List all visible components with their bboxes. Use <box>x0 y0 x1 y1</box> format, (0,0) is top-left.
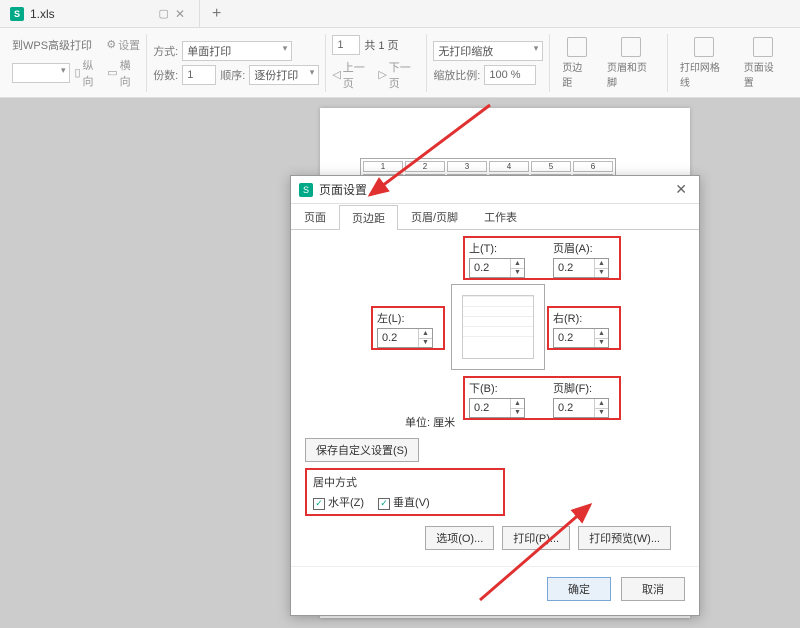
center-mode-label: 居中方式 <box>313 474 497 490</box>
down-icon[interactable]: ▼ <box>511 409 524 418</box>
tab-headerfooter[interactable]: 页眉/页脚 <box>398 204 471 229</box>
scale-mode-select[interactable]: 无打印缩放 <box>433 41 543 61</box>
paper-select[interactable] <box>12 63 70 83</box>
margin-top-label: 上(T): <box>469 240 525 256</box>
tab-sheet[interactable]: 工作表 <box>471 204 530 229</box>
down-icon[interactable]: ▼ <box>595 409 608 418</box>
link-icon: ⚙ <box>106 38 116 51</box>
margins-button[interactable]: 页边距 <box>556 33 597 93</box>
center-vertical-checkbox[interactable]: ✓垂直(V) <box>378 494 430 510</box>
copies-input[interactable]: 1 <box>182 65 216 85</box>
margin-left-label: 左(L): <box>377 310 433 326</box>
page-setup-button[interactable]: 页面设置 <box>738 33 788 93</box>
orientation-portrait[interactable]: ▯ 纵向 <box>74 57 103 89</box>
margin-right-label: 右(R): <box>553 310 609 326</box>
margin-left-field: 左(L): 0.2▲▼ <box>377 310 433 348</box>
wps-print-label: 到WPS高级打印 <box>12 37 92 53</box>
scale-input[interactable]: 100 % <box>484 65 536 85</box>
margin-footer-field: 页脚(F): 0.2▲▼ <box>553 380 609 418</box>
margin-top-input[interactable]: 0.2▲▼ <box>469 258 525 278</box>
orientation-landscape[interactable]: ▭ 横向 <box>107 57 140 89</box>
center-horizontal-checkbox[interactable]: ✓水平(Z) <box>313 494 364 510</box>
tab-bar: S 1.xls ▢ ✕ + <box>0 0 800 28</box>
app-icon: S <box>10 7 24 21</box>
page-current-input[interactable]: 1 <box>332 35 360 55</box>
pin-icon[interactable]: ▢ <box>159 7 169 20</box>
file-tab[interactable]: S 1.xls ▢ ✕ <box>0 0 200 27</box>
headerfooter-icon <box>621 37 641 57</box>
margin-right-input[interactable]: 0.2▲▼ <box>553 328 609 348</box>
margin-footer-label: 页脚(F): <box>553 380 609 396</box>
margin-bottom-field: 下(B): 0.2▲▼ <box>469 380 525 418</box>
file-tab-name: 1.xls <box>30 7 55 21</box>
mode-label: 方式: <box>153 43 178 59</box>
print-mode-select[interactable]: 单面打印 <box>182 41 292 61</box>
down-icon[interactable]: ▼ <box>595 339 608 348</box>
scale-label: 缩放比例: <box>433 67 480 83</box>
margin-left-input[interactable]: 0.2▲▼ <box>377 328 433 348</box>
gridlines-button[interactable]: 打印网格线 <box>674 33 734 93</box>
margin-header-input[interactable]: 0.2▲▼ <box>553 258 609 278</box>
down-icon[interactable]: ▼ <box>511 269 524 278</box>
cancel-button[interactable]: 取消 <box>621 577 685 601</box>
margin-bottom-input[interactable]: 0.2▲▼ <box>469 398 525 418</box>
margin-right-field: 右(R): 0.2▲▼ <box>553 310 609 348</box>
up-icon[interactable]: ▲ <box>511 399 524 409</box>
down-icon[interactable]: ▼ <box>419 339 432 348</box>
header-footer-button[interactable]: 页眉和页脚 <box>601 33 661 93</box>
margins-icon <box>567 37 587 57</box>
dialog-title: 页面设置 <box>319 181 671 198</box>
up-icon[interactable]: ▲ <box>595 329 608 339</box>
check-icon: ✓ <box>313 498 325 510</box>
ok-button[interactable]: 确定 <box>547 577 611 601</box>
options-button[interactable]: 选项(O)... <box>425 526 494 550</box>
down-icon[interactable]: ▼ <box>595 269 608 278</box>
settings-button[interactable]: ⚙设置 <box>106 37 140 53</box>
up-icon[interactable]: ▲ <box>595 259 608 269</box>
save-custom-button[interactable]: 保存自定义设置(S) <box>305 438 419 462</box>
check-icon: ✓ <box>378 498 390 510</box>
dialog-tabs: 页面 页边距 页眉/页脚 工作表 <box>291 204 699 230</box>
margin-bottom-label: 下(B): <box>469 380 525 396</box>
pagesetup-icon <box>753 37 773 57</box>
highlight-center: 居中方式 ✓水平(Z) ✓垂直(V) <box>305 468 505 516</box>
up-icon[interactable]: ▲ <box>595 399 608 409</box>
next-page-button[interactable]: ▷下一页 <box>378 59 420 91</box>
tab-page[interactable]: 页面 <box>291 204 339 229</box>
gridlines-icon <box>694 37 714 57</box>
up-icon[interactable]: ▲ <box>419 329 432 339</box>
margin-header-label: 页眉(A): <box>553 240 609 256</box>
dialog-titlebar: S 页面设置 ✕ <box>291 176 699 204</box>
page-total-label: 共 1 页 <box>364 37 398 53</box>
tab-margins[interactable]: 页边距 <box>339 205 398 230</box>
margin-preview <box>451 284 545 370</box>
margin-footer-input[interactable]: 0.2▲▼ <box>553 398 609 418</box>
ribbon: 到WPS高级打印 ⚙设置 ▯ 纵向 ▭ 横向 方式: 单面打印 份数: 1 顺序… <box>0 28 800 98</box>
close-icon[interactable]: ✕ <box>671 181 691 198</box>
order-select[interactable]: 逐份打印 <box>249 65 319 85</box>
close-tab-icon[interactable]: ✕ <box>175 7 185 21</box>
margin-top-field: 上(T): 0.2▲▼ <box>469 240 525 278</box>
up-icon[interactable]: ▲ <box>511 259 524 269</box>
page-setup-dialog: S 页面设置 ✕ 页面 页边距 页眉/页脚 工作表 上(T): 0.2▲▼ 页眉… <box>290 175 700 616</box>
print-preview-button[interactable]: 打印预览(W)... <box>578 526 671 550</box>
print-button[interactable]: 打印(P)... <box>502 526 570 550</box>
prev-page-button[interactable]: ◁上一页 <box>332 59 374 91</box>
margin-header-field: 页眉(A): 0.2▲▼ <box>553 240 609 278</box>
order-label: 顺序: <box>220 67 245 83</box>
app-icon: S <box>299 183 313 197</box>
new-tab-button[interactable]: + <box>200 5 233 23</box>
copies-label: 份数: <box>153 67 178 83</box>
